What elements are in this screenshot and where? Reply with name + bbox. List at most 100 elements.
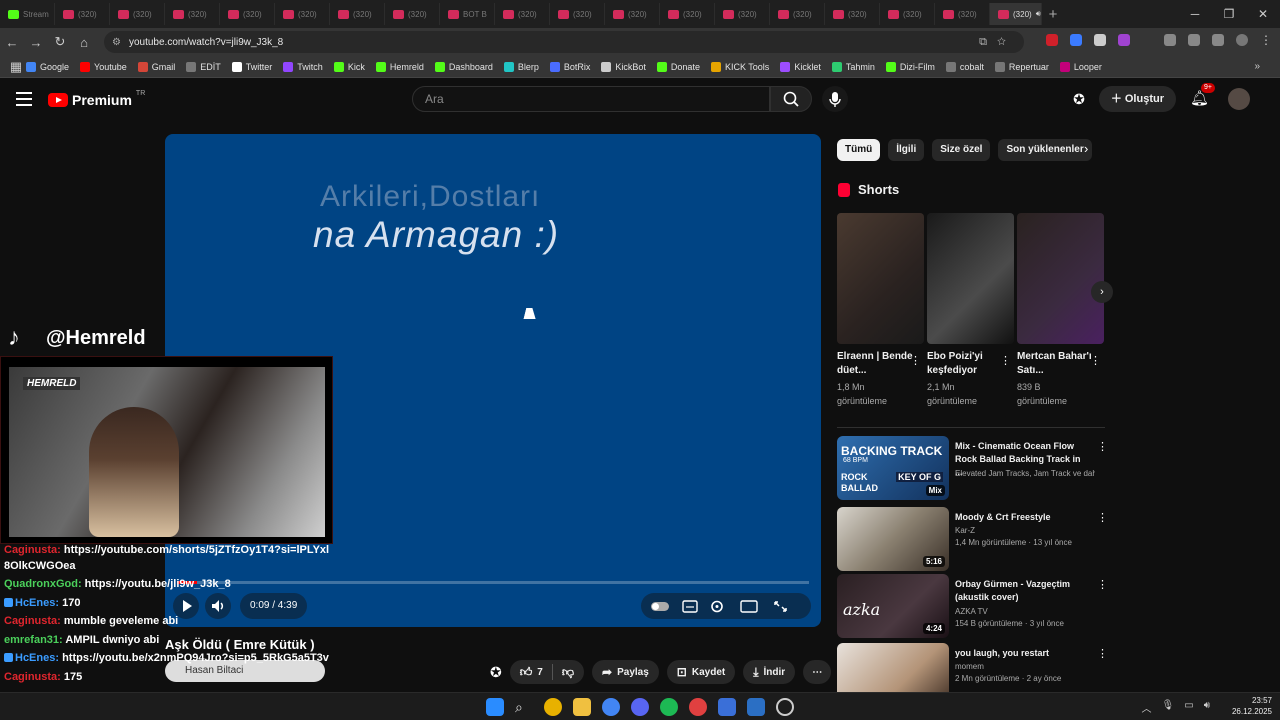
account-avatar[interactable] [1228, 88, 1250, 110]
mic-tray-icon[interactable]: 🎙︎ [1162, 700, 1175, 715]
bookmark-kick[interactable]: Kick [333, 61, 365, 72]
extension-blue-icon[interactable] [1070, 34, 1082, 46]
close-window-button[interactable]: ✕ [1246, 0, 1280, 28]
browser-tab[interactable]: (320) [935, 3, 990, 25]
bookmark-cobalt[interactable]: cobalt [945, 61, 984, 72]
home-button[interactable]: ⌂ [72, 35, 96, 50]
bookmark-botrix[interactable]: BotRix [549, 61, 590, 72]
extension-diamond-icon[interactable] [1094, 34, 1106, 46]
tray-chevron-icon[interactable]: ︿ [1142, 700, 1152, 715]
save-button[interactable]: ⊡ Kaydet [666, 660, 736, 684]
browser-tab[interactable]: Stream [0, 3, 55, 25]
create-button[interactable]: ＋ Oluştur [1098, 86, 1176, 112]
bookmark-twitter[interactable]: Twitter [231, 61, 272, 72]
more-vertical-icon[interactable]: ⋮ [1097, 513, 1108, 524]
forward-button[interactable]: → [24, 35, 48, 50]
profile-avatar[interactable] [1236, 34, 1248, 46]
share-button[interactable]: ➦ Paylaş [592, 660, 659, 684]
bookmark-looper[interactable]: Looper [1059, 61, 1102, 72]
browser-tab[interactable]: (320) [330, 3, 385, 25]
new-tab-button[interactable]: + [1042, 6, 1064, 23]
video-thumbnail[interactable]: 5:16 [837, 507, 949, 571]
extension-red-icon[interactable] [1046, 34, 1058, 46]
filter-chip[interactable]: Tümü [837, 139, 881, 161]
bookmark-star-icon[interactable]: ☆ [997, 36, 1016, 48]
site-info-icon[interactable]: ⚙ [112, 37, 121, 48]
bookmark-gmail[interactable]: Gmail [137, 61, 175, 72]
windows-start-icon[interactable] [486, 698, 504, 716]
related-video-item[interactable]: BACKING TRACK 68 BPM ROCK BALLAD KEY OF G Mi… [837, 436, 1108, 502]
more-vertical-icon[interactable]: ⋮ [1090, 356, 1101, 367]
youtube-premium-logo[interactable]: Premium TR [48, 90, 145, 108]
speaker-icon[interactable]: 🔊︎ [1204, 700, 1210, 715]
browser-tab[interactable]: (320) [110, 3, 165, 25]
browser-tab[interactable]: (320) [550, 3, 605, 25]
url-input[interactable]: ⚙ youtube.com/watch?v=jli9w_J3k_8 ⧉☆ [104, 31, 1024, 53]
filter-chip[interactable]: Son yüklenenler [998, 139, 1092, 161]
more-bookmarks-icon[interactable]: » [1254, 61, 1260, 72]
bookmark-youtube[interactable]: Youtube [80, 61, 127, 72]
bookmark-google[interactable]: Google [26, 61, 69, 72]
browser-menu-icon[interactable]: ⋮ [1260, 34, 1272, 46]
install-icon[interactable]: ⧉ [979, 36, 997, 48]
bookmark-dashboard[interactable]: Dashboard [434, 61, 493, 72]
extensions-puzzle-icon[interactable] [1188, 34, 1200, 46]
short-caption[interactable]: Elraenn | Bende düet... 1,8 Mn görüntülem… [837, 350, 917, 408]
clock[interactable]: 23:57 26.12.2025 [1232, 695, 1272, 717]
bookmark-donate[interactable]: Donate [656, 61, 700, 72]
short-thumbnail[interactable] [927, 213, 1014, 344]
related-video-item[interactable]: azka 4:24 Orbay Gürmen - Vazgeçtim (akusti… [837, 574, 1108, 640]
bookmark-edi-t[interactable]: EDİT [186, 61, 221, 72]
obs-icon[interactable] [776, 698, 794, 716]
search-button[interactable] [770, 86, 812, 112]
browser-tab[interactable]: (320)🔊︎✕ [990, 3, 1042, 25]
browser-tab[interactable]: (320) [495, 3, 550, 25]
bookmark-blerp[interactable]: Blerp [503, 61, 539, 72]
voice-search-button[interactable] [822, 86, 848, 112]
filter-chip[interactable]: Size özel [932, 139, 991, 161]
bookmark-dizi-film[interactable]: Dizi-Film [885, 61, 935, 72]
chrome-alt-icon[interactable] [689, 698, 707, 716]
shorts-next-button[interactable]: › [1091, 281, 1113, 303]
reload-button[interactable]: ↻ [48, 34, 72, 50]
video-thumbnail[interactable]: BACKING TRACK 68 BPM ROCK BALLAD KEY OF G Mi… [837, 436, 949, 500]
short-thumbnail[interactable] [837, 213, 924, 344]
premium-gear-icon[interactable]: ✪ [1073, 91, 1085, 108]
minimize-button[interactable]: ─ [1178, 0, 1212, 28]
menu-icon[interactable] [16, 92, 32, 106]
extension-purple-icon[interactable] [1118, 34, 1130, 46]
bookmark-hemreld[interactable]: Hemreld [375, 61, 424, 72]
search-taskbar-icon[interactable]: ⌕ [515, 698, 533, 716]
media-control-icon[interactable] [1212, 34, 1224, 46]
browser-tab[interactable]: (320) [55, 3, 110, 25]
browser-tab[interactable]: (320) [220, 3, 275, 25]
related-video-item[interactable]: 5:16 Moody & Crt Freestyle Kar-Z 1,4 Mn gör… [837, 507, 1108, 573]
notifications-button[interactable]: 🔔︎ 9+ [1190, 83, 1215, 109]
video-thumbnail[interactable]: azka 4:24 [837, 574, 949, 638]
browser-tab[interactable]: (320) [165, 3, 220, 25]
network-icon[interactable]: ▭ [1184, 700, 1193, 715]
spotify-icon[interactable] [660, 698, 678, 716]
chrome-profile-icon[interactable] [602, 698, 620, 716]
bookmark-repertuar[interactable]: Repertuar [994, 61, 1049, 72]
more-actions-button[interactable]: ⋯ [803, 660, 832, 684]
sidepanel-icon[interactable] [1164, 34, 1176, 46]
browser-tab[interactable]: (320) [605, 3, 660, 25]
filter-chip[interactable]: İlgili [888, 139, 925, 161]
short-thumbnail[interactable] [1017, 213, 1104, 344]
bookmark-tahmin[interactable]: Tahmin [831, 61, 875, 72]
apps-grid-icon[interactable]: ▦ [6, 59, 26, 75]
chips-next-chevron-icon[interactable]: › [1084, 141, 1088, 156]
bookmark-twitch[interactable]: Twitch [283, 61, 323, 72]
browser-tab[interactable]: (320) [275, 3, 330, 25]
thumbs-down-icon[interactable]: 👎︎ [562, 665, 574, 680]
streaming-app-icon[interactable] [747, 698, 765, 716]
like-button[interactable]: 👍︎ 7 👎︎ [509, 660, 585, 684]
browser-tab[interactable]: (320) [825, 3, 880, 25]
back-button[interactable]: ← [0, 35, 24, 50]
bookmark-kick-tools[interactable]: KICK Tools [710, 61, 769, 72]
more-vertical-icon[interactable]: ⋮ [1097, 442, 1108, 453]
browser-tab[interactable]: (320) [770, 3, 825, 25]
file-explorer-icon[interactable] [573, 698, 591, 716]
chrome-icon[interactable] [544, 698, 562, 716]
